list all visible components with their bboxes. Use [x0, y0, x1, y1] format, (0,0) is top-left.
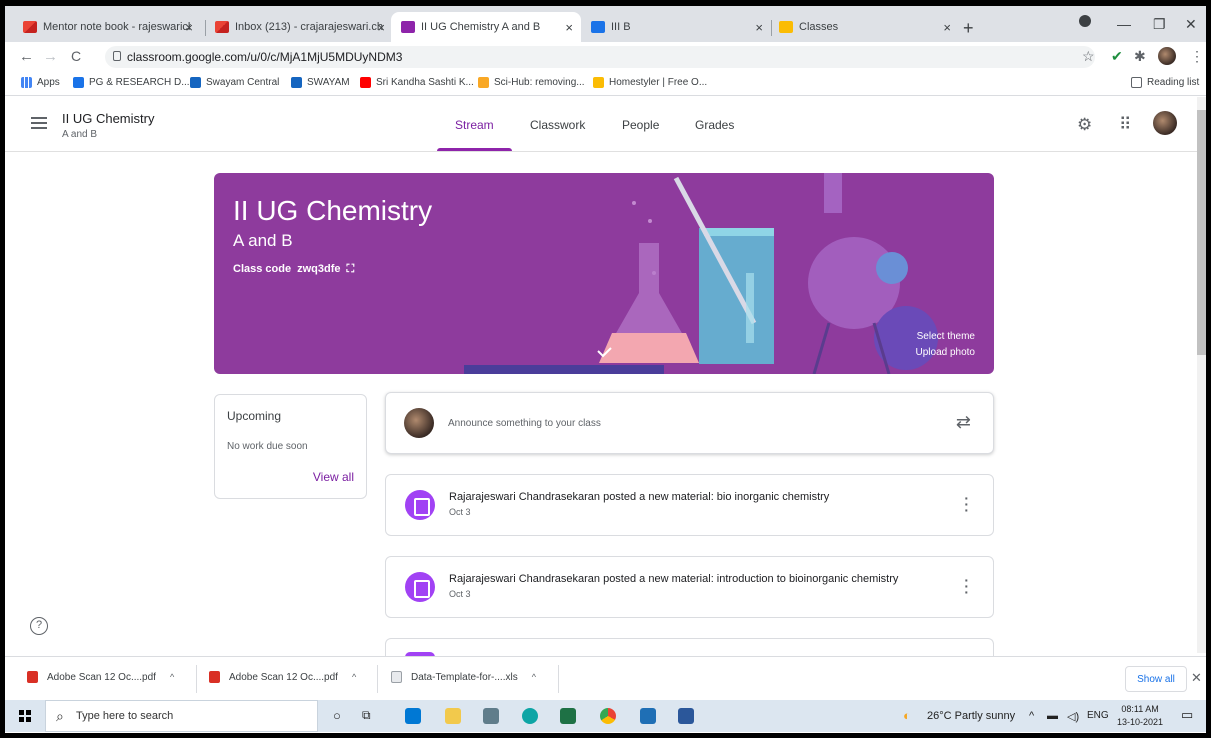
screenshot-border — [0, 0, 1211, 738]
